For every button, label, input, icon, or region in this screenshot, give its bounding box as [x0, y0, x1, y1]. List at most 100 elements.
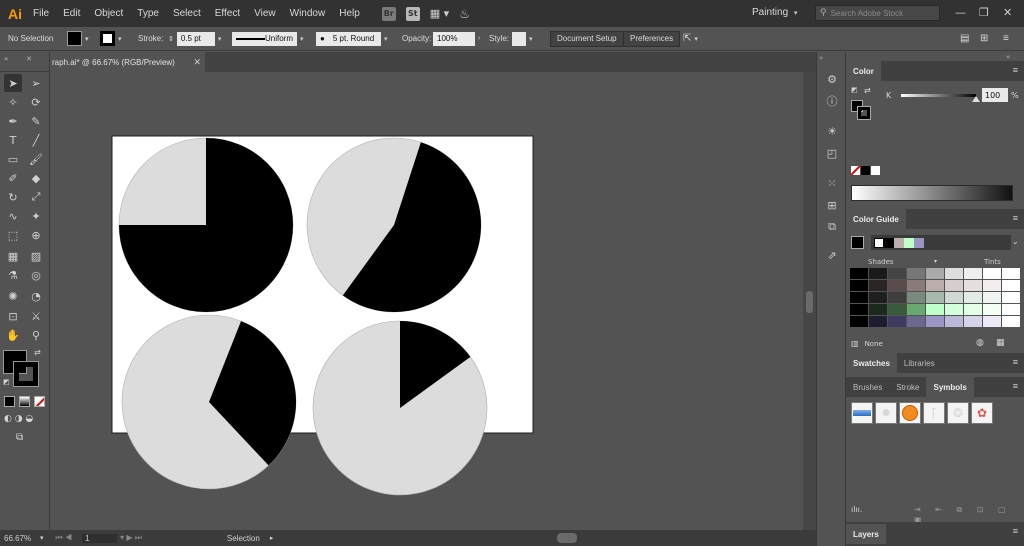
swatches-menu-icon[interactable]: ≡: [1013, 357, 1018, 367]
vertical-scrollbar[interactable]: [803, 72, 816, 530]
color-guide-cell[interactable]: [869, 268, 887, 279]
paintbrush-tool-icon[interactable]: 🖌: [27, 150, 45, 168]
color-guide-cell[interactable]: [888, 280, 906, 291]
color-guide-cell[interactable]: [983, 304, 1001, 315]
swap-fill-stroke-icon[interactable]: ⇄: [34, 348, 41, 357]
color-guide-cell[interactable]: [945, 280, 963, 291]
direct-selection-tool-icon[interactable]: ➢: [27, 74, 45, 92]
tab-color[interactable]: Color: [846, 61, 881, 81]
zoom-level[interactable]: 66.67%: [4, 534, 34, 543]
tab-layers[interactable]: Layers: [846, 524, 886, 544]
control-panel-menu-icon[interactable]: ≡: [1003, 31, 1009, 46]
minimize-button[interactable]: —: [955, 6, 966, 19]
eraser-tool-icon[interactable]: ◆: [27, 169, 45, 187]
symbol-flower-icon[interactable]: ✿: [971, 402, 993, 424]
color-guide-cell[interactable]: [964, 316, 982, 327]
pathfinder-icon[interactable]: ⧉: [825, 220, 839, 234]
menu-select[interactable]: Select: [173, 8, 201, 19]
color-guide-cell[interactable]: [888, 316, 906, 327]
symbol-sprayer-tool-icon[interactable]: ✺: [4, 287, 22, 305]
color-guide-cell[interactable]: [1002, 292, 1020, 303]
symbol-splat-icon[interactable]: ✹: [875, 402, 897, 424]
color-guide-cell[interactable]: [869, 292, 887, 303]
color-guide-cell[interactable]: [983, 280, 1001, 291]
export-icon[interactable]: ⇗: [825, 248, 839, 262]
menu-type[interactable]: Type: [137, 8, 159, 19]
color-guide-cell[interactable]: [926, 280, 944, 291]
arrange-documents-icon[interactable]: ▦ ▾: [430, 7, 449, 20]
tab-symbols[interactable]: Symbols: [926, 377, 974, 397]
color-guide-menu-icon[interactable]: ≡: [1013, 213, 1018, 223]
color-guide-cell[interactable]: [907, 316, 925, 327]
save-group-icon[interactable]: ▦: [996, 338, 1005, 348]
color-guide-cell[interactable]: [983, 292, 1001, 303]
stroke-color-box[interactable]: [13, 361, 39, 387]
default-colors-icon[interactable]: ◩: [3, 378, 10, 386]
harmony-bar[interactable]: [871, 235, 1011, 250]
color-guide-cell[interactable]: [964, 304, 982, 315]
color-guide-cell[interactable]: [907, 268, 925, 279]
color-guide-cell[interactable]: [964, 268, 982, 279]
artboard-tool-icon[interactable]: ⊡: [4, 307, 22, 325]
curvature-tool-icon[interactable]: ✎: [27, 112, 45, 130]
color-mode-button[interactable]: [4, 396, 15, 407]
color-guide-cell[interactable]: [869, 316, 887, 327]
color-guide-cell[interactable]: [869, 280, 887, 291]
menu-edit[interactable]: Edit: [63, 8, 80, 19]
color-guide-cell[interactable]: [1002, 268, 1020, 279]
edit-colors-icon[interactable]: ◍: [976, 338, 984, 348]
mesh-tool-icon[interactable]: ▦: [4, 247, 22, 265]
color-guide-cell[interactable]: [869, 304, 887, 315]
stroke-weight-field[interactable]: ⇕ 0.5 pt ▾: [168, 31, 221, 46]
tab-brushes[interactable]: Brushes: [846, 377, 889, 397]
type-tool-icon[interactable]: T: [4, 131, 22, 149]
color-guide-cell[interactable]: [983, 268, 1001, 279]
graphic-styles-icon[interactable]: ◰: [825, 146, 839, 160]
graphic-style-picker[interactable]: ▾: [512, 31, 533, 46]
dock-collapse-icon[interactable]: »: [819, 54, 828, 62]
bridge-icon[interactable]: Br: [381, 6, 396, 21]
hand-tool-icon[interactable]: ✋: [4, 326, 22, 344]
slice-tool-icon[interactable]: ⚔: [27, 307, 45, 325]
magic-wand-tool-icon[interactable]: ✧: [4, 93, 22, 111]
blend-tool-icon[interactable]: ◎: [27, 266, 45, 284]
opacity-field[interactable]: 100% ›: [433, 31, 480, 46]
color-guide-cell[interactable]: [964, 292, 982, 303]
puppet-warp-tool-icon[interactable]: ✦: [27, 207, 45, 225]
variable-width-profile[interactable]: Uniform ▾: [232, 31, 304, 46]
color-guide-cell[interactable]: [983, 316, 1001, 327]
menu-object[interactable]: Object: [94, 8, 123, 19]
tab-libraries[interactable]: Libraries: [897, 353, 942, 373]
line-tool-icon[interactable]: ╱: [27, 131, 45, 149]
gray-spectrum[interactable]: [851, 185, 1013, 201]
color-guide-cell[interactable]: [945, 316, 963, 327]
tab-stroke[interactable]: Stroke: [889, 377, 926, 397]
symbols-menu-icon[interactable]: ≡: [1013, 381, 1018, 391]
canvas-area[interactable]: [50, 72, 803, 530]
maximize-button[interactable]: ❐: [979, 6, 989, 19]
horizontal-scroll-thumb[interactable]: [557, 533, 577, 543]
black-swatch[interactable]: [861, 166, 870, 175]
color-guide-cell[interactable]: [1002, 316, 1020, 327]
color-default-icon[interactable]: ◩: [851, 86, 858, 94]
color-guide-cell[interactable]: [964, 280, 982, 291]
artboard-nav-icon[interactable]: ▾ ▶ ⏭: [120, 533, 142, 543]
color-guide-cell[interactable]: [945, 304, 963, 315]
color-guide-cell[interactable]: [945, 268, 963, 279]
k-slider[interactable]: [901, 94, 976, 97]
base-color-swatch[interactable]: [851, 236, 864, 249]
draw-mode-icon[interactable]: ◐ ◑ ◒: [4, 414, 33, 424]
screen-mode-icon[interactable]: ⧉: [16, 432, 23, 443]
menu-window[interactable]: Window: [290, 8, 326, 19]
zoom-dropdown-icon[interactable]: ▾: [40, 534, 44, 542]
color-guide-cell[interactable]: [926, 292, 944, 303]
shape-builder-tool-icon[interactable]: ⊕: [27, 226, 45, 244]
free-transform-tool-icon[interactable]: ⬚: [4, 226, 22, 244]
info-icon[interactable]: ⓘ: [825, 94, 839, 108]
color-guide-cell[interactable]: [850, 292, 868, 303]
color-guide-cell[interactable]: [907, 304, 925, 315]
sun-icon[interactable]: ☀: [825, 124, 839, 138]
lasso-tool-icon[interactable]: ⟳: [27, 93, 45, 111]
scale-tool-icon[interactable]: ⤢: [27, 188, 45, 206]
color-swap-icon[interactable]: ⇄: [864, 86, 871, 95]
